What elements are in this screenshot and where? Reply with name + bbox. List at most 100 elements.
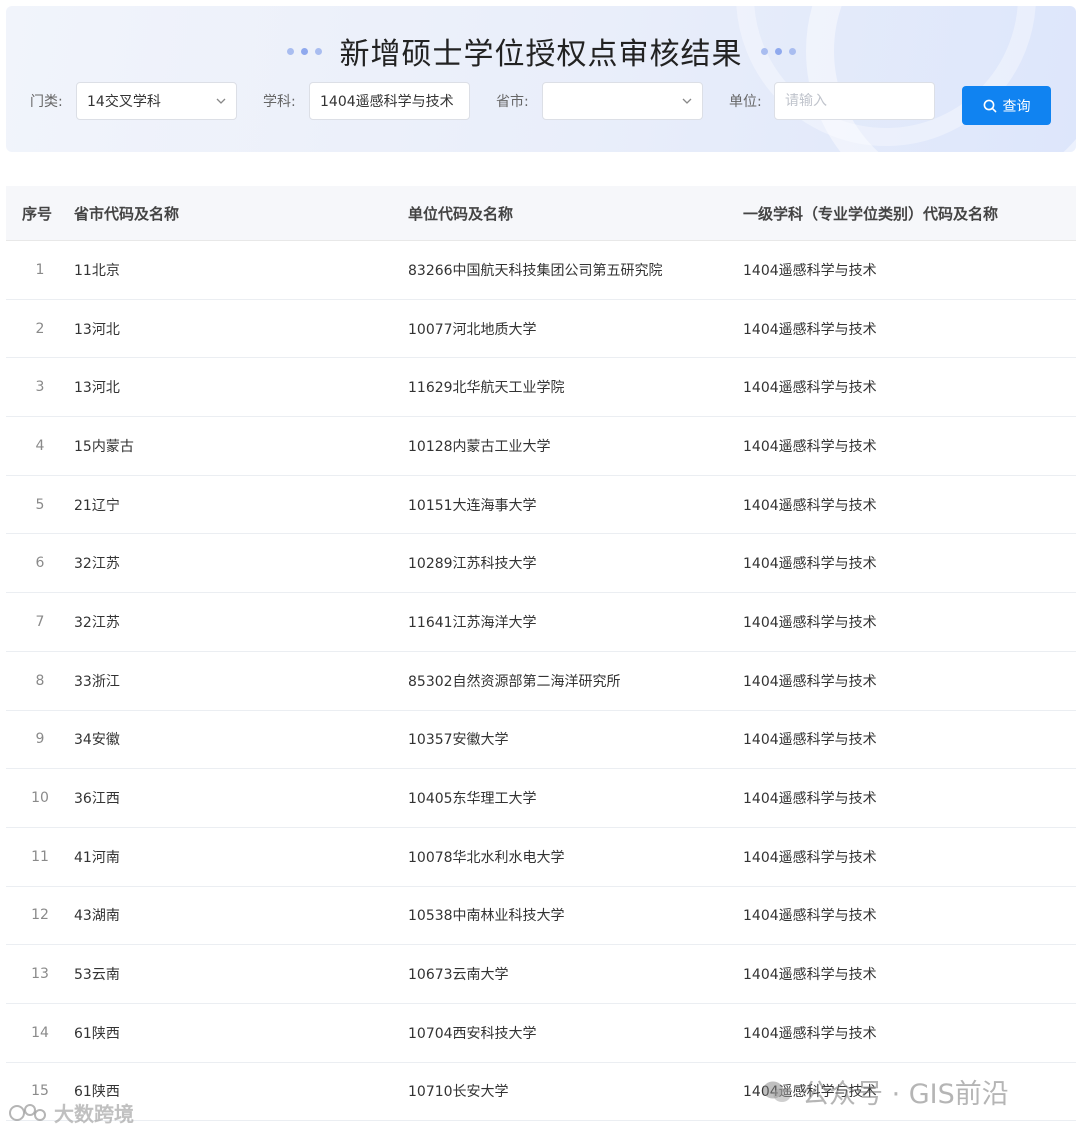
row-subject: 1404遥感科学与技术 [743, 1084, 877, 1101]
table-row: 7 32江苏 11641江苏海洋大学 1404遥感科学与技术 [6, 593, 1076, 652]
row-unit: 10405东华理工大学 [408, 791, 537, 808]
row-index: 7 [35, 613, 45, 630]
row-subject: 1404遥感科学与技术 [743, 673, 877, 690]
search-icon [983, 99, 996, 112]
row-unit: 10077河北地质大学 [408, 321, 537, 338]
query-button[interactable]: 查询 [962, 86, 1051, 125]
row-index: 10 [31, 790, 49, 807]
row-subject: 1404遥感科学与技术 [743, 262, 877, 279]
table-row: 15 61陕西 10710长安大学 1404遥感科学与技术 [6, 1063, 1076, 1122]
table-row: 11 41河南 10078华北水利水电大学 1404遥感科学与技术 [6, 828, 1076, 887]
chevron-down-icon [216, 98, 226, 104]
row-subject: 1404遥感科学与技术 [743, 438, 877, 455]
results-table: 序号 省市代码及名称 单位代码及名称 一级学科（专业学位类别）代码及名称 1 11… [6, 186, 1076, 1122]
row-subject: 1404遥感科学与技术 [743, 556, 877, 573]
row-subject: 1404遥感科学与技术 [743, 732, 877, 749]
table-row: 13 53云南 10673云南大学 1404遥感科学与技术 [6, 945, 1076, 1004]
table-body: 1 11北京 83266中国航天科技集团公司第五研究院 1404遥感科学与技术 2 13河… [6, 241, 1076, 1122]
row-index: 15 [31, 1083, 49, 1100]
column-header-index: 序号 [22, 204, 53, 223]
header-banner: 新增硕士学位授权点审核结果 [6, 6, 1076, 152]
row-province: 36江西 [74, 791, 120, 808]
row-province: 61陕西 [74, 1084, 120, 1101]
row-unit: 10289江苏科技大学 [408, 556, 537, 573]
table-row: 10 36江西 10405东华理工大学 1404遥感科学与技术 [6, 769, 1076, 828]
row-province: 41河南 [74, 849, 120, 866]
row-unit: 10538中南林业科技大学 [408, 908, 565, 925]
column-header-unit: 单位代码及名称 [408, 204, 514, 223]
province-label: 省市: [496, 94, 529, 110]
row-index: 5 [35, 496, 45, 513]
title-row: 新增硕士学位授权点审核结果 [6, 28, 1076, 74]
row-subject: 1404遥感科学与技术 [743, 497, 877, 514]
row-index: 1 [35, 261, 45, 278]
row-unit: 10078华北水利水电大学 [408, 849, 565, 866]
province-select[interactable] [542, 82, 703, 120]
table-row: 4 15内蒙古 10128内蒙古工业大学 1404遥感科学与技术 [6, 417, 1076, 476]
row-subject: 1404遥感科学与技术 [743, 908, 877, 925]
row-province: 53云南 [74, 967, 120, 984]
row-unit: 10128内蒙古工业大学 [408, 438, 551, 455]
row-unit: 85302自然资源部第二海洋研究所 [408, 673, 621, 690]
row-province: 13河北 [74, 380, 120, 397]
row-unit: 10151大连海事大学 [408, 497, 537, 514]
row-subject: 1404遥感科学与技术 [743, 380, 877, 397]
row-subject: 1404遥感科学与技术 [743, 321, 877, 338]
row-unit: 10704西安科技大学 [408, 1025, 537, 1042]
column-header-subject: 一级学科（专业学位类别）代码及名称 [743, 204, 999, 223]
row-index: 3 [35, 379, 45, 396]
chevron-down-icon [682, 98, 692, 104]
subject-label: 学科: [263, 94, 296, 110]
category-value: 14交叉学科 [87, 94, 161, 110]
row-province: 32江苏 [74, 614, 120, 631]
left-dots-icon [286, 47, 322, 55]
subject-select[interactable]: 1404遥感科学与技术 [309, 82, 470, 120]
row-province: 61陕西 [74, 1025, 120, 1042]
row-index: 11 [31, 848, 49, 865]
table-row: 9 34安徽 10357安徽大学 1404遥感科学与技术 [6, 711, 1076, 770]
row-index: 12 [31, 907, 49, 924]
filter-bar: 门类: 14交叉学科 学科: 1404遥感科学与技术 省市: 单位: [0, 80, 1080, 120]
table-row: 8 33浙江 85302自然资源部第二海洋研究所 1404遥感科学与技术 [6, 652, 1076, 711]
row-subject: 1404遥感科学与技术 [743, 967, 877, 984]
row-index: 8 [35, 672, 45, 689]
query-button-label: 查询 [1002, 98, 1031, 115]
unit-input[interactable] [785, 93, 924, 109]
row-index: 9 [35, 731, 45, 748]
row-unit: 83266中国航天科技集团公司第五研究院 [408, 262, 663, 279]
row-subject: 1404遥感科学与技术 [743, 1025, 877, 1042]
table-row: 12 43湖南 10538中南林业科技大学 1404遥感科学与技术 [6, 887, 1076, 946]
page-title: 新增硕士学位授权点审核结果 [339, 37, 743, 72]
table-row: 14 61陕西 10704西安科技大学 1404遥感科学与技术 [6, 1004, 1076, 1063]
row-province: 33浙江 [74, 673, 120, 690]
table-header: 序号 省市代码及名称 单位代码及名称 一级学科（专业学位类别）代码及名称 [6, 186, 1076, 241]
row-index: 14 [31, 1024, 49, 1041]
row-index: 6 [35, 555, 45, 572]
row-subject: 1404遥感科学与技术 [743, 614, 877, 631]
unit-label: 单位: [729, 94, 762, 110]
row-province: 11北京 [74, 262, 120, 279]
row-index: 4 [35, 437, 45, 454]
row-unit: 10710长安大学 [408, 1084, 509, 1101]
row-unit: 11629北华航天工业学院 [408, 380, 565, 397]
row-province: 43湖南 [74, 908, 120, 925]
unit-input-box[interactable] [774, 82, 935, 120]
row-province: 34安徽 [74, 732, 120, 749]
row-unit: 11641江苏海洋大学 [408, 614, 537, 631]
row-index: 13 [31, 966, 49, 983]
row-unit: 10673云南大学 [408, 967, 509, 984]
table-row: 3 13河北 11629北华航天工业学院 1404遥感科学与技术 [6, 358, 1076, 418]
category-select[interactable]: 14交叉学科 [76, 82, 237, 120]
row-province: 32江苏 [74, 556, 120, 573]
row-province: 13河北 [74, 321, 120, 338]
right-dots-icon [760, 47, 796, 55]
row-province: 21辽宁 [74, 497, 120, 514]
row-province: 15内蒙古 [74, 438, 134, 455]
table-row: 2 13河北 10077河北地质大学 1404遥感科学与技术 [6, 300, 1076, 359]
category-label: 门类: [30, 94, 63, 110]
table-row: 1 11北京 83266中国航天科技集团公司第五研究院 1404遥感科学与技术 [6, 241, 1076, 300]
subject-value: 1404遥感科学与技术 [320, 94, 454, 110]
table-row: 6 32江苏 10289江苏科技大学 1404遥感科学与技术 [6, 534, 1076, 594]
row-unit: 10357安徽大学 [408, 732, 509, 749]
row-subject: 1404遥感科学与技术 [743, 791, 877, 808]
